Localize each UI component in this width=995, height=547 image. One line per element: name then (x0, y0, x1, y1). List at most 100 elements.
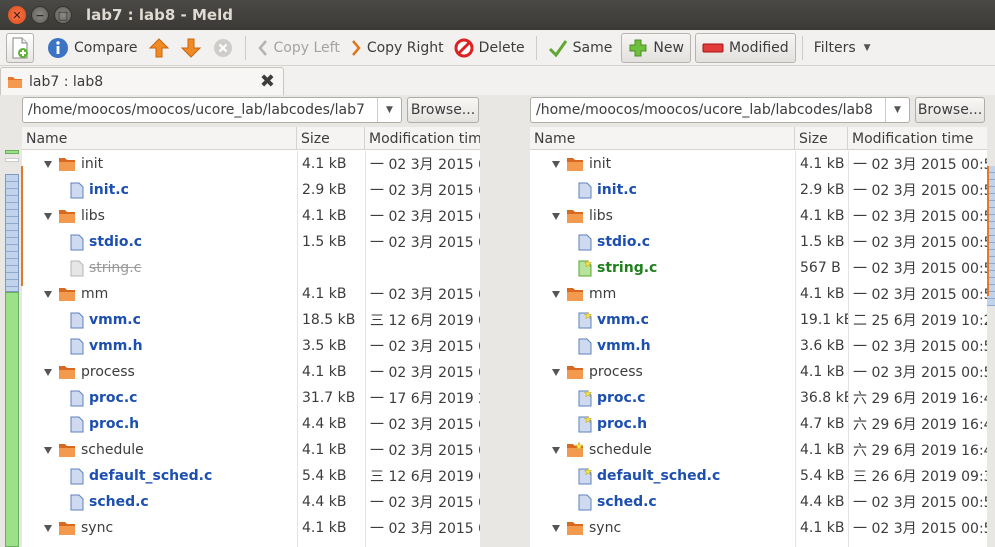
item-name: string.c (89, 260, 142, 276)
filter-same-toggle[interactable]: Same (543, 33, 618, 63)
table-row[interactable]: libs 4.1 kB 一 02 3月 2015 0 (22, 203, 480, 229)
name-cell: vmm.h (22, 333, 297, 359)
delete-button[interactable]: Delete (449, 33, 530, 63)
next-change-button[interactable] (175, 33, 207, 63)
left-header-name[interactable]: Name (22, 127, 297, 150)
left-rows: init 4.1 kB 一 02 3月 2015 0 init.c 2.9 kB 一 02… (22, 151, 480, 541)
right-header-time[interactable]: Modification time (848, 127, 987, 150)
name-cell: sync (530, 515, 795, 541)
tab-lab7-lab8[interactable]: lab7 : lab8 ✖ (0, 67, 284, 95)
maximize-window-button[interactable]: □ (54, 6, 72, 24)
table-row[interactable]: init 4.1 kB 一 02 3月 2015 0 (22, 151, 480, 177)
new-comparison-button[interactable] (6, 32, 34, 63)
expander-arrow-icon[interactable] (552, 446, 560, 454)
name-cell: mm (22, 281, 297, 307)
table-row[interactable]: proc.h 4.4 kB 一 02 3月 2015 0 (22, 411, 480, 437)
compare-label: Compare (74, 39, 138, 56)
expander-arrow-icon[interactable] (552, 368, 560, 376)
expander-arrow-icon[interactable] (552, 290, 560, 298)
checkmark-icon (548, 38, 568, 58)
time-cell: 一 02 3月 2015 0 (370, 495, 480, 511)
table-row[interactable]: default_sched.c 5.4 kB 三 12 6月 2019 0 (22, 463, 480, 489)
chevron-down-icon[interactable]: ▼ (885, 98, 909, 122)
size-cell: 1.5 kB (800, 234, 845, 250)
table-row[interactable]: vmm.c 18.5 kB 三 12 6月 2019 0 (22, 307, 480, 333)
size-cell: 3.6 kB (800, 338, 845, 354)
table-row[interactable]: schedule 4.1 kB 六 29 6月 2019 16:44 (530, 437, 987, 463)
table-row[interactable]: schedule 4.1 kB 一 02 3月 2015 0 (22, 437, 480, 463)
window-controls: ✕ − □ (8, 6, 72, 24)
minimize-window-button[interactable]: − (31, 6, 49, 24)
stop-button[interactable] (207, 33, 239, 63)
chevron-left-icon (257, 39, 269, 57)
table-row[interactable]: sched.c 4.4 kB 一 02 3月 2015 0 (22, 489, 480, 515)
table-row[interactable]: proc.c 36.8 kB 六 29 6月 2019 16:45 (530, 385, 987, 411)
left-path-combo[interactable]: /home/moocos/moocos/ucore_lab/labcodes/l… (22, 97, 402, 123)
table-row[interactable]: mm 4.1 kB 一 02 3月 2015 00:59 (530, 281, 987, 307)
table-row[interactable]: libs 4.1 kB 一 02 3月 2015 00:59 (530, 203, 987, 229)
item-name: proc.h (597, 416, 648, 432)
right-path-combo[interactable]: /home/moocos/moocos/ucore_lab/labcodes/l… (530, 97, 910, 123)
filter-modified-toggle[interactable]: Modified (694, 32, 796, 63)
left-header-time[interactable]: Modification tim (365, 127, 480, 150)
folder-icon (566, 286, 584, 302)
left-browse-button[interactable]: Browse... (407, 97, 479, 123)
expander-arrow-icon[interactable] (44, 160, 52, 168)
table-row[interactable]: vmm.c 19.1 kB 二 25 6月 2019 10:21 (530, 307, 987, 333)
table-row[interactable]: init.c 2.9 kB 一 02 3月 2015 00:59 (530, 177, 987, 203)
previous-change-button[interactable] (143, 33, 175, 63)
folder-icon (58, 520, 76, 536)
table-row[interactable]: mm 4.1 kB 一 02 3月 2015 0 (22, 281, 480, 307)
table-row[interactable]: stdio.c 1.5 kB 一 02 3月 2015 0 (22, 229, 480, 255)
name-cell: init (530, 151, 795, 177)
close-window-button[interactable]: ✕ (8, 6, 26, 24)
expander-arrow-icon[interactable] (552, 212, 560, 220)
table-row[interactable]: process 4.1 kB 一 02 3月 2015 00:59 (530, 359, 987, 385)
right-header-name[interactable]: Name (530, 127, 795, 150)
table-row[interactable]: process 4.1 kB 一 02 3月 2015 0 (22, 359, 480, 385)
expander-arrow-icon[interactable] (44, 290, 52, 298)
filters-dropdown[interactable]: Filters ▼ (809, 33, 876, 63)
table-row[interactable]: vmm.h 3.5 kB 一 02 3月 2015 0 (22, 333, 480, 359)
table-row[interactable]: default_sched.c 5.4 kB 三 26 6月 2019 09:38 (530, 463, 987, 489)
table-row[interactable]: sched.c 4.4 kB 一 02 3月 2015 00:59 (530, 489, 987, 515)
chevron-down-icon[interactable]: ▼ (377, 98, 401, 122)
file-icon (70, 260, 84, 277)
file-icon (578, 389, 592, 407)
table-row[interactable]: string.c 567 B 一 02 3月 2015 00:59 (530, 255, 987, 281)
copy-left-button[interactable]: Copy Left (252, 33, 345, 63)
size-cell: 567 B (800, 260, 841, 276)
close-tab-icon[interactable]: ✖ (260, 71, 275, 92)
table-row[interactable]: init 4.1 kB 一 02 3月 2015 00:59 (530, 151, 987, 177)
table-row[interactable]: sync 4.1 kB 一 02 3月 2015 0 (22, 515, 480, 541)
folder-icon (566, 156, 584, 172)
right-header-size[interactable]: Size (795, 127, 848, 150)
left-path-text: /home/moocos/moocos/ucore_lab/labcodes/l… (28, 102, 365, 118)
size-cell: 4.1 kB (302, 364, 347, 380)
compare-button[interactable]: Compare (42, 33, 143, 63)
table-row[interactable]: sync 4.1 kB 一 02 3月 2015 00:59 (530, 515, 987, 541)
file-icon (578, 467, 592, 485)
left-change-map[interactable] (0, 148, 23, 547)
expander-arrow-icon[interactable] (552, 524, 560, 532)
left-header-size[interactable]: Size (297, 127, 365, 150)
expander-arrow-icon[interactable] (44, 446, 52, 454)
table-row[interactable]: stdio.c 1.5 kB 一 02 3月 2015 00:59 (530, 229, 987, 255)
name-cell: init.c (22, 177, 297, 203)
copy-right-button[interactable]: Copy Right (345, 33, 449, 63)
filter-new-toggle[interactable]: New (621, 32, 691, 63)
item-name: mm (81, 286, 109, 302)
right-column-headers: Name Size Modification time (530, 127, 987, 150)
table-row[interactable]: vmm.h 3.6 kB 一 02 3月 2015 00:59 (530, 333, 987, 359)
right-change-map[interactable] (987, 148, 995, 547)
expander-arrow-icon[interactable] (44, 524, 52, 532)
expander-arrow-icon[interactable] (44, 368, 52, 376)
expander-arrow-icon[interactable] (44, 212, 52, 220)
expander-arrow-icon[interactable] (552, 160, 560, 168)
table-row[interactable]: init.c 2.9 kB 一 02 3月 2015 0 (22, 177, 480, 203)
table-row[interactable]: proc.c 31.7 kB 一 17 6月 2019 2 (22, 385, 480, 411)
table-row[interactable]: string.c (22, 255, 480, 281)
time-cell: 三 26 6月 2019 09:38 (853, 469, 987, 485)
table-row[interactable]: proc.h 4.7 kB 六 29 6月 2019 16:45 (530, 411, 987, 437)
right-browse-button[interactable]: Browse... (915, 97, 985, 123)
